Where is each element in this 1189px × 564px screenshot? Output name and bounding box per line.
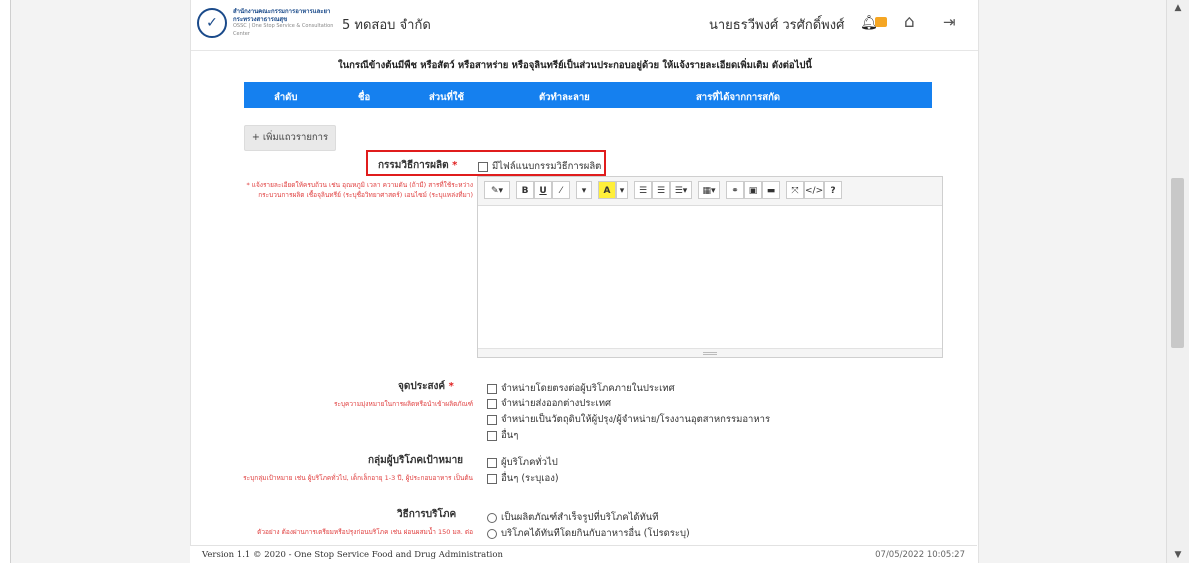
company-name: 5 ทดสอบ จำกัด (342, 18, 431, 33)
consume-option-ready[interactable]: เป็นผลิตภัณฑ์สำเร็จรูปที่บริโภคได้ทันที (487, 510, 659, 525)
logo-text: สำนักงานคณะกรรมการอาหารและยา กระทรวงสาธา… (233, 8, 334, 37)
fda-logo-icon[interactable]: ✓ (197, 8, 227, 38)
col-extract: สารที่ได้จากการสกัด (696, 92, 781, 103)
purpose-option-raw-material[interactable]: จำหน่ายเป็นวัตถุดิบให้ผู้ปรุง/ผู้จำหน่าย… (487, 412, 770, 427)
consume-option-with-food[interactable]: บริโภคได้ทันทีโดยกินกับอาหารอื่น (โปรดระ… (487, 526, 690, 541)
purpose-hint: ระบุความมุ่งหมายในการผลิตหรือนำเข้าผลิตภ… (333, 400, 473, 408)
attach-file-checkbox[interactable]: มีไฟล์แนบกรรมวิธีการผลิต (478, 159, 601, 174)
page-scrollbar[interactable]: ▲ ▼ (1166, 0, 1189, 563)
notification-badge[interactable] (875, 17, 887, 27)
scroll-up-icon[interactable]: ▲ (1167, 0, 1189, 16)
radio-icon[interactable] (487, 512, 497, 523)
eraser-button[interactable]: ⁄ (552, 181, 570, 199)
magic-format-button[interactable]: ✎▾ (484, 181, 510, 199)
footer: Version 1.1 © 2020 - One Stop Service Fo… (190, 545, 977, 564)
checkbox-icon[interactable] (487, 414, 497, 425)
radio-icon[interactable] (487, 528, 497, 539)
checkbox-icon[interactable] (487, 430, 497, 441)
checkbox-icon[interactable] (478, 161, 488, 172)
font-dropdown-button[interactable]: ▾ (576, 181, 592, 199)
scroll-down-icon[interactable]: ▼ (1167, 547, 1189, 563)
video-button[interactable]: ▬ (762, 181, 780, 199)
code-view-button[interactable]: </> (804, 181, 824, 199)
ingredient-notice: ในกรณีข้างต้นมีพืช หรือสัตว์ หรือสาหร่าย… (338, 60, 812, 71)
image-button[interactable]: ▣ (744, 181, 762, 199)
unordered-list-button[interactable]: ☰ (634, 181, 652, 199)
col-part-used: ส่วนที่ใช้ (429, 92, 464, 103)
timestamp-text: 07/05/2022 10:05:27 (875, 550, 965, 560)
purpose-label: จุดประสงค์ * (398, 381, 454, 392)
checkbox-icon[interactable] (487, 457, 497, 468)
target-group-label: กลุ่มผู้บริโภคเป้าหมาย (368, 455, 464, 466)
target-option-other[interactable]: อื่นๆ (ระบุเอง) (487, 471, 559, 486)
link-button[interactable]: ⚭ (726, 181, 744, 199)
production-hint: * แจ้งรายละเอียดให้ครบถ้วน เช่น อุณหภูมิ… (246, 181, 473, 199)
rich-text-editor[interactable]: ✎▾ B U ⁄ ▾ A ▾ ☰ ☰ ☰▾ ▦▾ ⚭ ▣ ▬ ⤧ </> ? (477, 176, 943, 358)
fullscreen-button[interactable]: ⤧ (786, 181, 804, 199)
highlight-color-button[interactable]: A (598, 181, 616, 199)
purpose-option-domestic[interactable]: จำหน่ายโดยตรงต่อผู้บริโภคภายในประเทศ (487, 381, 675, 396)
editor-toolbar: ✎▾ B U ⁄ ▾ A ▾ ☰ ☰ ☰▾ ▦▾ ⚭ ▣ ▬ ⤧ </> ? (478, 177, 942, 206)
top-navbar: ✓ สำนักงานคณะกรรมการอาหารและยา กระทรวงสา… (191, 0, 978, 51)
target-group-hint: ระบุกลุ่มเป้าหมาย เช่น ผู้บริโภคทั่วไป, … (243, 474, 473, 482)
consume-method-label: วิธีการบริโภค (397, 509, 457, 520)
resize-grip-icon[interactable] (703, 352, 717, 355)
underline-button[interactable]: U (534, 181, 552, 199)
paragraph-button[interactable]: ☰▾ (670, 181, 692, 199)
target-option-general[interactable]: ผู้บริโภคทั่วไป (487, 455, 558, 470)
checkbox-icon[interactable] (487, 473, 497, 484)
ordered-list-button[interactable]: ☰ (652, 181, 670, 199)
form-card: ✓ สำนักงานคณะกรรมการอาหารและยา กระทรวงสา… (190, 0, 979, 563)
col-order: ลำดับ (274, 92, 298, 103)
col-solvent: ตัวทำละลาย (539, 92, 590, 103)
consume-method-hint: ตัวอย่าง ต้องผ่านการเตรียมหรือปรุงก่อนบร… (257, 528, 473, 536)
scroll-thumb[interactable] (1171, 178, 1184, 348)
checkbox-icon[interactable] (487, 398, 497, 409)
table-button[interactable]: ▦▾ (698, 181, 720, 199)
purpose-option-other[interactable]: อื่นๆ (487, 428, 518, 443)
editor-resize-handle[interactable] (478, 348, 942, 357)
checkbox-icon[interactable] (487, 383, 497, 394)
user-name: นายธรวีพงศ์ วรศักดิ์พงศ์ (709, 18, 845, 33)
col-name: ชื่อ (358, 92, 371, 103)
ingredient-table-header: ลำดับ ชื่อ ส่วนที่ใช้ ตัวทำละลาย สารที่ไ… (244, 82, 932, 108)
help-button[interactable]: ? (824, 181, 842, 199)
add-row-button[interactable]: + เพิ่มแถวรายการ (244, 125, 336, 151)
color-dropdown-button[interactable]: ▾ (616, 181, 628, 199)
version-text: Version 1.1 © 2020 - One Stop Service Fo… (202, 550, 503, 560)
purpose-option-export[interactable]: จำหน่ายส่งออกต่างประเทศ (487, 396, 611, 411)
logout-icon[interactable]: ⇥ (943, 13, 956, 31)
home-icon[interactable]: ⌂ (904, 12, 915, 32)
bold-button[interactable]: B (516, 181, 534, 199)
